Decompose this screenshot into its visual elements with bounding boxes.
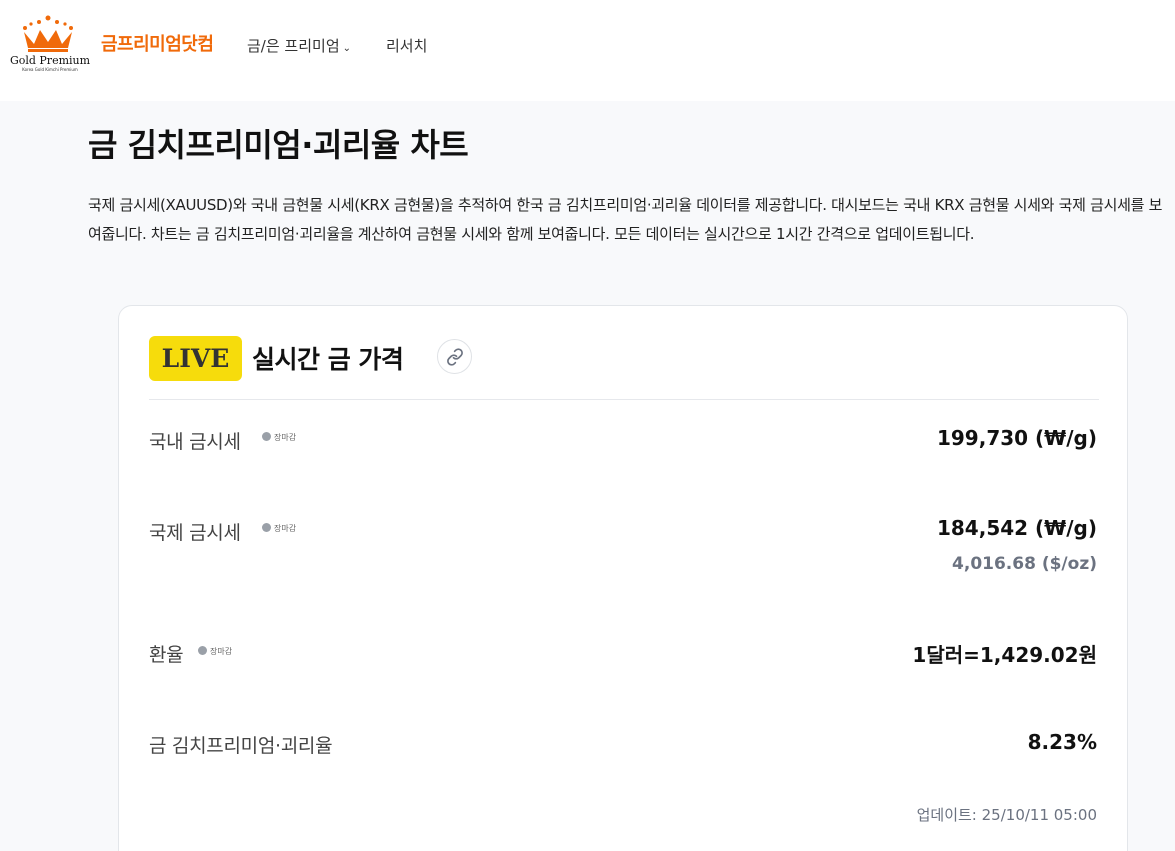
last-updated-timestamp: 업데이트: 25/10/11 05:00	[916, 806, 1097, 824]
status-dot	[262, 432, 271, 441]
live-badge: LIVE	[149, 336, 242, 381]
status-badge: 장마감	[262, 432, 296, 443]
status-dot	[262, 523, 271, 532]
domestic-gold-price-label: 국내 금시세	[149, 431, 241, 453]
exchange-rate-value: 1달러=1,429.02원	[912, 643, 1097, 667]
status-dot	[198, 646, 207, 655]
nav-gold-silver-premium-label: 금/은 프리미엄	[247, 37, 340, 55]
copy-link-button[interactable]	[437, 339, 472, 374]
chevron-down-icon: ⌄	[342, 43, 352, 54]
status-badge: 장마감	[198, 646, 232, 657]
page-intro: 국제 금시세(XAUUSD)와 국내 금현물 시세(KRX 금현물)을 추적하여…	[88, 196, 1163, 243]
status-text: 장마감	[210, 647, 233, 656]
status-text: 장마감	[274, 433, 297, 442]
status-badge: 장마감	[262, 523, 296, 534]
live-gold-price-card: LIVE 실시간 금 가격 국내 금시세 장마감 199,730 (₩/g) 국…	[118, 305, 1128, 851]
nav-gold-silver-premium[interactable]: 금/은 프리미엄 ⌄	[247, 35, 351, 56]
logo-text: Gold Premium	[9, 54, 91, 67]
logo-subtext: Korea Gold Kimchi Premium	[22, 67, 78, 72]
international-gold-price-krw-value: 184,542 (₩/g)	[936, 516, 1097, 540]
card-divider	[149, 399, 1099, 400]
top-navbar: Gold Premium Korea Gold Kimchi Premium 금…	[0, 0, 1175, 101]
site-logo[interactable]: Gold Premium Korea Gold Kimchi Premium	[6, 14, 92, 74]
nav-research[interactable]: 리서치	[386, 35, 427, 56]
kimchi-premium-value: 8.23%	[1027, 730, 1097, 754]
card-title: 실시간 금 가격	[252, 345, 404, 374]
brand-name[interactable]: 금프리미엄닷컴	[101, 30, 214, 56]
international-gold-price-label: 국제 금시세	[149, 522, 241, 544]
page-title: 금 김치프리미엄·괴리율 차트	[88, 126, 469, 164]
domestic-gold-price-value: 199,730 (₩/g)	[936, 426, 1097, 450]
link-icon	[447, 348, 463, 366]
kimchi-premium-label: 금 김치프리미엄·괴리율	[149, 735, 333, 757]
crown-logo-icon	[23, 15, 73, 52]
international-gold-price-usd-value: 4,016.68 ($/oz)	[952, 554, 1097, 574]
status-text: 장마감	[274, 524, 297, 533]
exchange-rate-label: 환율	[149, 644, 184, 666]
